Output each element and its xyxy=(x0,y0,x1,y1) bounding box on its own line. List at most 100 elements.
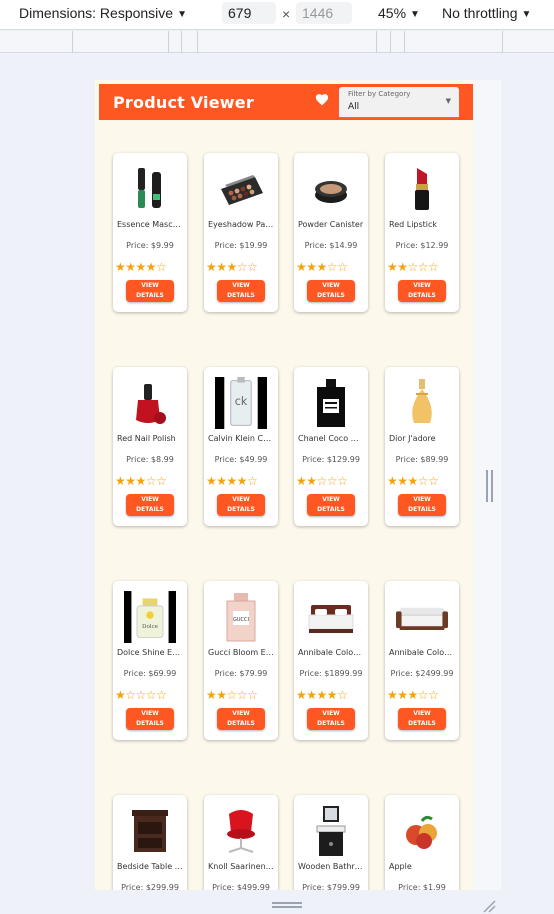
mascara-icon xyxy=(124,161,176,217)
product-name: Powder Canister xyxy=(298,220,364,229)
rating-stars: ★★☆☆☆ xyxy=(206,688,278,702)
product-price: Price: $8.99 xyxy=(126,455,174,464)
product-card[interactable]: ckCalvin Klein CK OnePrice: $49.99★★★★☆V… xyxy=(204,367,278,526)
chevron-down-icon: ▼ xyxy=(177,9,187,20)
view-details-label: DETAILS xyxy=(408,506,436,513)
height-input[interactable]: 1446 xyxy=(296,2,352,24)
product-card[interactable]: Bedside Table African Cherry Price: $299.… xyxy=(113,795,187,890)
star-outline-icon: ☆ xyxy=(145,474,157,488)
star-outline-icon: ☆ xyxy=(326,260,338,274)
zoom-dropdown[interactable]: 45% ▼ xyxy=(378,4,420,25)
star-filled-icon: ★ xyxy=(125,474,136,488)
star-outline-icon: ☆ xyxy=(236,688,248,702)
star-filled-icon: ★ xyxy=(387,474,398,488)
media-query-ruler[interactable] xyxy=(0,31,554,53)
view-details-label: VIEW xyxy=(141,496,159,503)
bedside-table-icon xyxy=(124,803,176,859)
view-details-label: DETAILS xyxy=(408,292,436,299)
product-name: Knoll Saarinen Executive Conference Chai… xyxy=(208,862,274,871)
view-details-button[interactable]: VIEW DETAILS xyxy=(307,494,355,516)
dimensions-dropdown[interactable]: Dimensions: Responsive ▼ xyxy=(19,4,187,25)
star-filled-icon: ★ xyxy=(407,474,419,488)
product-name: Gucci Bloom Eau de xyxy=(208,648,274,657)
product-name: Annibale Colombo Bed xyxy=(298,648,364,657)
product-card[interactable]: Eyeshadow Palette with Mirror Price: $19.… xyxy=(204,153,278,312)
svg-text:Dolce: Dolce xyxy=(142,624,159,630)
product-card[interactable]: Essence Mascara Lash Princess Price: $9.9… xyxy=(113,153,187,312)
star-filled-icon: ★ xyxy=(226,260,238,274)
product-price: Price: $19.99 xyxy=(214,241,268,250)
star-filled-icon: ★ xyxy=(296,474,307,488)
view-details-button[interactable]: VIEW DETAILS xyxy=(398,708,446,730)
star-outline-icon: ☆ xyxy=(247,260,258,274)
product-name: Essence Mascara Lash Princess xyxy=(117,220,183,229)
product-card[interactable]: ApplePrice: $1.99☆☆☆☆☆VIEWDETAILS xyxy=(385,795,459,890)
star-filled-icon: ★ xyxy=(306,474,317,488)
view-details-button[interactable]: VIEW DETAILS xyxy=(126,280,174,302)
star-filled-icon: ★ xyxy=(115,688,126,702)
product-card[interactable]: Dior J'adore Price: $89.99 ★★★☆☆ VIEW DETAIL… xyxy=(385,367,459,526)
filter-value: All xyxy=(348,102,360,112)
category-filter-select[interactable]: Filter by Category All ▼ xyxy=(339,87,459,118)
chair-icon xyxy=(215,803,267,859)
view-details-button[interactable]: VIEW DETAILS xyxy=(217,708,265,730)
product-card[interactable]: Wooden Bathroom Sink With Mirror Price: $… xyxy=(294,795,368,890)
rating-stars: ★☆☆☆☆ xyxy=(115,688,187,702)
star-filled-icon: ★ xyxy=(206,260,217,274)
dimensions-label: Dimensions: Responsive xyxy=(19,5,174,21)
view-details-button[interactable]: VIEW DETAILS xyxy=(307,280,355,302)
width-input[interactable]: 679 xyxy=(222,2,276,24)
view-details-button[interactable]: VIEW DETAILS xyxy=(398,494,446,516)
sofa-icon xyxy=(396,589,448,645)
ruler-tick xyxy=(390,31,391,53)
view-details-button[interactable]: VIEW DETAILS xyxy=(126,708,174,730)
lipstick-icon xyxy=(396,161,448,217)
star-filled-icon: ★ xyxy=(216,474,227,488)
star-filled-icon: ★ xyxy=(125,260,136,274)
product-name: Red Lipstick xyxy=(389,220,438,229)
product-price: Price: $1899.99 xyxy=(299,669,363,678)
product-price: Price: $12.99 xyxy=(395,241,449,250)
star-outline-icon: ☆ xyxy=(428,260,439,274)
view-details-label: DETAILS xyxy=(136,292,164,299)
product-card[interactable]: Red Nail Polish Price: $8.99 ★★★☆☆ VIEW DETA… xyxy=(113,367,187,526)
product-price: Price: $2499.99 xyxy=(390,669,454,678)
product-card[interactable]: Chanel Coco Noir Eau DePrice: $129.99★★☆… xyxy=(294,367,368,526)
resize-handle-corner[interactable] xyxy=(482,898,496,913)
svg-text:GUCCI: GUCCI xyxy=(233,617,249,623)
view-details-label: DETAILS xyxy=(227,720,255,727)
product-name: Apple xyxy=(389,862,412,871)
view-details-button[interactable]: VIEW DETAILS xyxy=(217,280,265,302)
view-details-label: VIEW xyxy=(141,710,159,717)
product-card[interactable]: DolceDolce Shine Eau dePrice: $69.99★☆☆☆… xyxy=(113,581,187,740)
star-filled-icon: ★ xyxy=(387,260,398,274)
view-details-button[interactable]: VIEW DETAILS xyxy=(217,494,265,516)
product-card[interactable]: Knoll Saarinen Executive Conference Chai… xyxy=(204,795,278,890)
star-filled-icon: ★ xyxy=(306,688,317,702)
eyeshadow-icon xyxy=(215,161,267,217)
view-details-label: DETAILS xyxy=(317,720,345,727)
product-card[interactable]: Red Lipstick Price: $12.99 ★★☆☆☆ VIEW DETAIL… xyxy=(385,153,459,312)
resize-handle-bottom[interactable] xyxy=(272,902,302,908)
view-details-button[interactable]: VIEW DETAILS xyxy=(307,708,355,730)
product-name: Dior J'adore xyxy=(389,434,436,443)
resize-handle-right[interactable] xyxy=(486,470,494,502)
product-card[interactable]: Powder Canister Price: $14.99 ★★★☆☆ VIEW DET… xyxy=(294,153,368,312)
product-price: Price: $129.99 xyxy=(302,455,360,464)
view-details-label: DETAILS xyxy=(136,506,164,513)
zoom-label: 45% xyxy=(378,5,407,21)
view-details-button[interactable]: VIEW DETAILS xyxy=(126,494,174,516)
rating-stars: ★★★★☆ xyxy=(206,474,278,488)
filter-label: Filter by Category xyxy=(348,90,411,98)
heart-icon[interactable] xyxy=(315,93,331,109)
product-name: Red Nail Polish xyxy=(117,434,176,443)
star-outline-icon: ☆ xyxy=(247,474,258,488)
product-card[interactable]: Annibale Colombo SofaPrice: $2499.99★★★☆… xyxy=(385,581,459,740)
throttling-dropdown[interactable]: No throttling ▼ xyxy=(442,4,531,25)
view-details-label: VIEW xyxy=(413,710,431,717)
product-card[interactable]: GUCCIGucci Bloom Eau dePrice: $79.99★★☆☆… xyxy=(204,581,278,740)
sink-icon xyxy=(305,803,357,859)
product-card[interactable]: Annibale Colombo BedPrice: $1899.99★★★★☆… xyxy=(294,581,368,740)
star-outline-icon: ☆ xyxy=(247,688,258,702)
view-details-button[interactable]: VIEW DETAILS xyxy=(398,280,446,302)
